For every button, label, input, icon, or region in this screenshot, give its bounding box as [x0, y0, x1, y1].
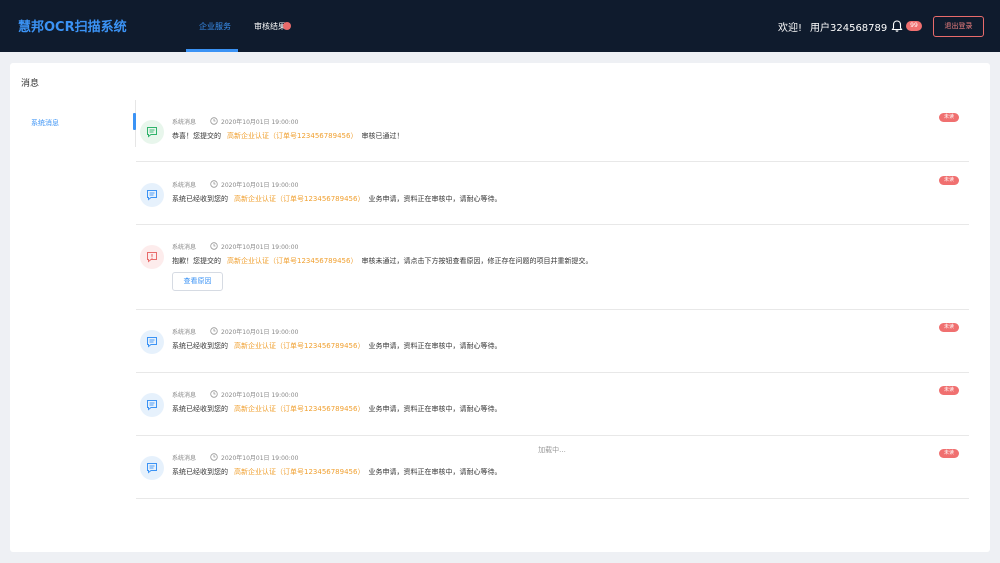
- divider: [136, 372, 969, 373]
- message-suffix: 业务申请，资料正在审核中，请耐心等待。: [368, 468, 502, 476]
- clock-icon: [210, 242, 218, 250]
- message-type: 系统消息: [172, 119, 197, 126]
- clock-icon: [210, 117, 218, 125]
- message-time: 2020年10月01日 19:00:00: [221, 182, 299, 189]
- message-text: 系统已经收到您的 高新企业认证（订单号123456789456） 业务申请，资料正在…: [172, 404, 501, 414]
- notification-count-badge: 99: [906, 21, 922, 31]
- order-link[interactable]: 高新企业认证（订单号123456789456）: [234, 342, 364, 350]
- message-prefix: 抱歉！您提交的: [172, 257, 221, 265]
- active-tab-indicator: [186, 49, 238, 52]
- order-link[interactable]: 高新企业认证（订单号123456789456）: [227, 132, 357, 140]
- loading-text: 加载中...: [538, 446, 566, 454]
- clock-icon: [210, 180, 218, 188]
- message-type: 系统消息: [172, 329, 197, 336]
- top-navbar: 慧邦OCR扫描系统 企业服务 审核结果 欢迎! 用户324568789 99 退…: [0, 0, 1000, 52]
- username[interactable]: 用户324568789: [810, 19, 887, 34]
- message-prefix: 系统已经收到您的: [172, 342, 228, 350]
- sidebar-active-indicator: [133, 113, 136, 130]
- divider: [136, 224, 969, 225]
- tab-review-results[interactable]: 审核结果: [254, 21, 286, 32]
- page-title: 消息: [21, 79, 40, 89]
- message-text: 恭喜！您提交的 高新企业认证（订单号123456789456） 审核已通过！: [172, 131, 403, 141]
- message-suffix: 业务申请，资料正在审核中，请耐心等待。: [368, 195, 502, 203]
- message-time: 2020年10月01日 19:00:00: [221, 119, 299, 126]
- divider: [136, 309, 969, 310]
- divider: [136, 161, 969, 162]
- clock-icon: [210, 327, 218, 335]
- bell-icon[interactable]: [890, 19, 904, 33]
- sidebar-item-system-messages[interactable]: 系统消息: [31, 118, 59, 128]
- message-prefix: 系统已经收到您的: [172, 468, 228, 476]
- message-icon: [147, 463, 157, 474]
- brand-logo-text: 慧邦OCR扫描系统: [18, 20, 127, 35]
- message-avatar: [140, 120, 164, 144]
- order-link[interactable]: 高新企业认证（订单号123456789456）: [234, 195, 364, 203]
- logout-button[interactable]: 退出登录: [933, 16, 984, 37]
- order-link[interactable]: 高新企业认证（订单号123456789456）: [227, 257, 357, 265]
- message-type: 系统消息: [172, 182, 197, 189]
- tab-enterprise-services[interactable]: 企业服务: [199, 21, 231, 32]
- message-avatar: [140, 393, 164, 417]
- unread-badge: 未读: [939, 176, 959, 185]
- message-suffix: 审核未通过，请点击下方按钮查看原因，修正存在问题的项目并重新提交。: [361, 257, 593, 265]
- message-text: 系统已经收到您的 高新企业认证（订单号123456789456） 业务申请，资料正在…: [172, 341, 501, 351]
- message-time: 2020年10月01日 19:00:00: [221, 392, 299, 399]
- divider: [136, 435, 969, 436]
- message-prefix: 系统已经收到您的: [172, 195, 228, 203]
- order-link[interactable]: 高新企业认证（订单号123456789456）: [234, 468, 364, 476]
- message-icon: [147, 400, 157, 411]
- review-results-dot: [283, 22, 291, 30]
- message-avatar: [140, 245, 164, 269]
- message-avatar: [140, 456, 164, 480]
- message-prefix: 系统已经收到您的: [172, 405, 228, 413]
- alert-message-icon: [147, 252, 157, 263]
- divider: [136, 498, 969, 499]
- message-type: 系统消息: [172, 244, 197, 251]
- message-prefix: 恭喜！您提交的: [172, 132, 221, 140]
- message-suffix: 业务申请，资料正在审核中，请耐心等待。: [368, 342, 502, 350]
- unread-badge: 未读: [939, 386, 959, 395]
- message-avatar: [140, 183, 164, 207]
- clock-icon: [210, 390, 218, 398]
- message-avatar: [140, 330, 164, 354]
- message-time: 2020年10月01日 19:00:00: [221, 329, 299, 336]
- message-time: 2020年10月01日 19:00:00: [221, 244, 299, 251]
- message-type: 系统消息: [172, 392, 197, 399]
- unread-badge: 未读: [939, 323, 959, 332]
- message-icon: [147, 190, 157, 201]
- message-text: 系统已经收到您的 高新企业认证（订单号123456789456） 业务申请，资料正在…: [172, 194, 501, 204]
- message-text: 系统已经收到您的 高新企业认证（订单号123456789456） 业务申请，资料正在…: [172, 467, 501, 477]
- message-suffix: 业务申请，资料正在审核中，请耐心等待。: [368, 405, 502, 413]
- welcome-text: 欢迎!: [778, 23, 803, 34]
- message-icon: [147, 337, 157, 348]
- message-suffix: 审核已通过！: [361, 132, 404, 140]
- view-reason-button[interactable]: 查看原因: [172, 272, 223, 291]
- unread-badge: 未读: [939, 113, 959, 122]
- message-text: 抱歉！您提交的 高新企业认证（订单号123456789456） 审核未通过，请点击下…: [172, 256, 592, 266]
- order-link[interactable]: 高新企业认证（订单号123456789456）: [234, 405, 364, 413]
- message-icon: [147, 127, 157, 138]
